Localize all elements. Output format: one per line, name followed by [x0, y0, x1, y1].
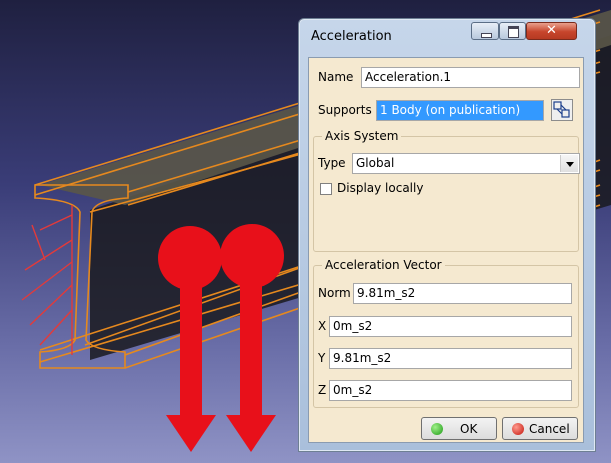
- dialog-body: Name Acceleration.1 Supports 1 Body (on …: [308, 57, 584, 443]
- chevron-down-icon[interactable]: [560, 155, 578, 172]
- dialog-titlebar[interactable]: Acceleration ✕: [299, 19, 595, 51]
- supports-selection-icon[interactable]: [551, 99, 573, 121]
- x-field[interactable]: 0m_s2: [329, 316, 572, 337]
- z-label: Z: [318, 383, 327, 397]
- display-locally-checkbox[interactable]: [320, 183, 332, 195]
- x-label: X: [318, 319, 327, 333]
- norm-field[interactable]: 9.81m_s2: [353, 283, 572, 304]
- type-combo-value: Global: [356, 156, 395, 170]
- ok-button[interactable]: OK: [421, 417, 497, 440]
- cancel-button[interactable]: Cancel: [502, 417, 578, 440]
- name-label: Name: [318, 70, 354, 84]
- acceleration-arrow-right: [220, 224, 284, 452]
- close-icon: ✕: [546, 23, 557, 38]
- maximize-button[interactable]: [499, 22, 526, 40]
- clamp-restraint: [21, 205, 73, 355]
- dialog-title: Acceleration: [311, 29, 392, 44]
- type-label: Type: [318, 156, 346, 170]
- cancel-icon: [512, 423, 524, 435]
- display-locally-label: Display locally: [337, 181, 424, 195]
- name-field[interactable]: Acceleration.1: [361, 67, 580, 88]
- acceleration-vector-title: Acceleration Vector: [322, 258, 445, 272]
- z-field[interactable]: 0m_s2: [329, 380, 572, 401]
- cancel-button-label: Cancel: [529, 422, 570, 436]
- axis-system-title: Axis System: [322, 129, 402, 143]
- y-field[interactable]: 9.81m_s2: [329, 348, 572, 369]
- minimize-button[interactable]: [471, 22, 499, 40]
- close-button[interactable]: ✕: [526, 22, 577, 40]
- supports-label: Supports: [318, 103, 372, 117]
- ok-icon: [431, 423, 443, 435]
- norm-label: Norm: [318, 286, 351, 300]
- y-label: Y: [318, 351, 326, 365]
- supports-field[interactable]: 1 Body (on publication): [376, 100, 544, 121]
- type-combo[interactable]: Global: [352, 153, 580, 174]
- ok-button-label: OK: [460, 422, 478, 436]
- acceleration-dialog: Acceleration ✕ Name Acceleration.1 Suppo…: [298, 18, 596, 452]
